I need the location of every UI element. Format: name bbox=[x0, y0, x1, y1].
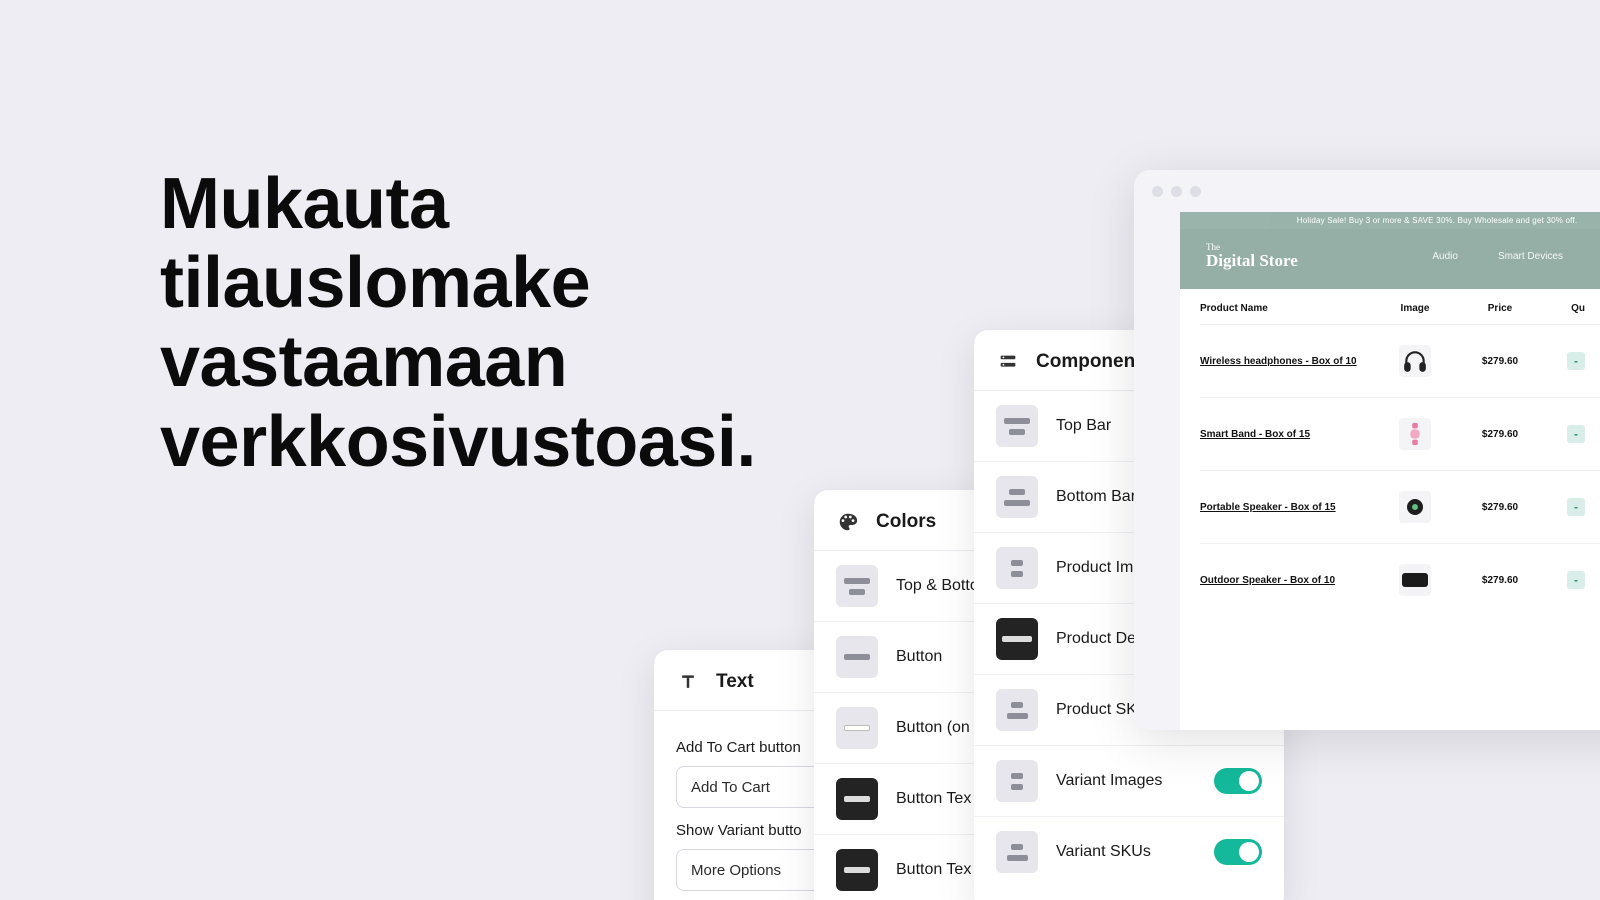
window-dot bbox=[1171, 186, 1182, 197]
swatch-icon bbox=[836, 707, 878, 749]
product-price: $279.60 bbox=[1455, 429, 1545, 440]
components-icon bbox=[996, 350, 1020, 374]
product-image-cell bbox=[1375, 491, 1455, 523]
store-logo: The Digital Store bbox=[1206, 243, 1298, 269]
product-image-cell bbox=[1375, 345, 1455, 377]
layout-icon bbox=[996, 760, 1038, 802]
qty-decrement-button[interactable]: - bbox=[1567, 425, 1585, 443]
col-price: Price bbox=[1455, 303, 1545, 314]
colors-item-label: Button (on bbox=[896, 719, 970, 737]
window-dot bbox=[1152, 186, 1163, 197]
nav-link-audio[interactable]: Audio bbox=[1432, 251, 1458, 262]
product-link[interactable]: Portable Speaker - Box of 15 bbox=[1200, 500, 1375, 515]
colors-item-label: Top & Botto bbox=[896, 577, 979, 595]
palette-icon bbox=[836, 510, 860, 534]
components-item-label: Variant SKUs bbox=[1056, 843, 1151, 861]
outdoor-speaker-icon bbox=[1399, 564, 1431, 596]
product-image-cell bbox=[1375, 418, 1455, 450]
variant-skus-toggle[interactable] bbox=[1214, 839, 1262, 865]
store-nav: Audio Smart Devices Smart Devices bbox=[1432, 251, 1600, 262]
product-price: $279.60 bbox=[1455, 575, 1545, 586]
qty-decrement-button[interactable]: - bbox=[1567, 498, 1585, 516]
brand-name: Digital Store bbox=[1206, 252, 1298, 269]
text-icon bbox=[676, 670, 700, 694]
colors-item-label: Button bbox=[896, 648, 942, 666]
store-site: Holiday Sale! Buy 3 or more & SAVE 30%. … bbox=[1180, 212, 1600, 730]
store-header: The Digital Store Audio Smart Devices Sm… bbox=[1180, 229, 1600, 289]
browser-titlebar bbox=[1134, 170, 1600, 212]
product-link[interactable]: Wireless headphones - Box of 10 bbox=[1200, 354, 1375, 369]
col-quantity: Qu bbox=[1545, 303, 1585, 314]
product-table: Product Name Image Price Qu Wireless hea… bbox=[1180, 289, 1600, 616]
components-item-variant-images[interactable]: Variant Images bbox=[974, 746, 1284, 817]
layout-icon bbox=[996, 476, 1038, 518]
colors-panel-title: Colors bbox=[876, 511, 936, 533]
table-row: Smart Band - Box of 15 $279.60 - bbox=[1200, 398, 1600, 471]
table-row: Portable Speaker - Box of 15 $279.60 - bbox=[1200, 471, 1600, 544]
qty-decrement-button[interactable]: - bbox=[1567, 571, 1585, 589]
layout-icon bbox=[996, 689, 1038, 731]
nav-link-smart-devices[interactable]: Smart Devices bbox=[1498, 251, 1563, 262]
product-image-cell bbox=[1375, 564, 1455, 596]
swatch-icon bbox=[836, 565, 878, 607]
product-link[interactable]: Smart Band - Box of 15 bbox=[1200, 427, 1375, 442]
products-per-page-row: Products to be displayed in one page (ma… bbox=[974, 887, 1284, 900]
col-image: Image bbox=[1375, 303, 1455, 314]
components-item-label: Bottom Bar bbox=[1056, 488, 1136, 506]
table-header: Product Name Image Price Qu bbox=[1200, 289, 1600, 325]
swatch-icon bbox=[836, 849, 878, 891]
components-item-label: Variant Images bbox=[1056, 772, 1162, 790]
variant-images-toggle[interactable] bbox=[1214, 768, 1262, 794]
swatch-icon bbox=[836, 636, 878, 678]
product-link[interactable]: Outdoor Speaker - Box of 10 bbox=[1200, 573, 1375, 588]
layout-icon bbox=[996, 831, 1038, 873]
colors-item-label: Button Tex bbox=[896, 861, 971, 879]
table-row: Outdoor Speaker - Box of 10 $279.60 - bbox=[1200, 544, 1600, 616]
swatch-icon bbox=[836, 778, 878, 820]
promo-banner: Holiday Sale! Buy 3 or more & SAVE 30%. … bbox=[1180, 212, 1600, 229]
components-item-variant-skus[interactable]: Variant SKUs bbox=[974, 817, 1284, 887]
product-price: $279.60 bbox=[1455, 502, 1545, 513]
qty-decrement-button[interactable]: - bbox=[1567, 352, 1585, 370]
text-panel-title: Text bbox=[716, 671, 754, 693]
layout-icon bbox=[996, 547, 1038, 589]
layout-icon bbox=[996, 405, 1038, 447]
components-item-label: Top Bar bbox=[1056, 417, 1111, 435]
layout-icon bbox=[996, 618, 1038, 660]
store-preview-window: Holiday Sale! Buy 3 or more & SAVE 30%. … bbox=[1134, 170, 1600, 730]
col-product-name: Product Name bbox=[1200, 303, 1375, 314]
colors-item-label: Button Tex bbox=[896, 790, 971, 808]
page-headline: Mukauta tilauslomake vastaamaan verkkosi… bbox=[160, 165, 840, 482]
table-row: Wireless headphones - Box of 10 $279.60 … bbox=[1200, 325, 1600, 398]
portable-speaker-icon bbox=[1399, 491, 1431, 523]
smart-band-icon bbox=[1399, 418, 1431, 450]
product-price: $279.60 bbox=[1455, 356, 1545, 367]
headphones-icon bbox=[1399, 345, 1431, 377]
window-dot bbox=[1190, 186, 1201, 197]
